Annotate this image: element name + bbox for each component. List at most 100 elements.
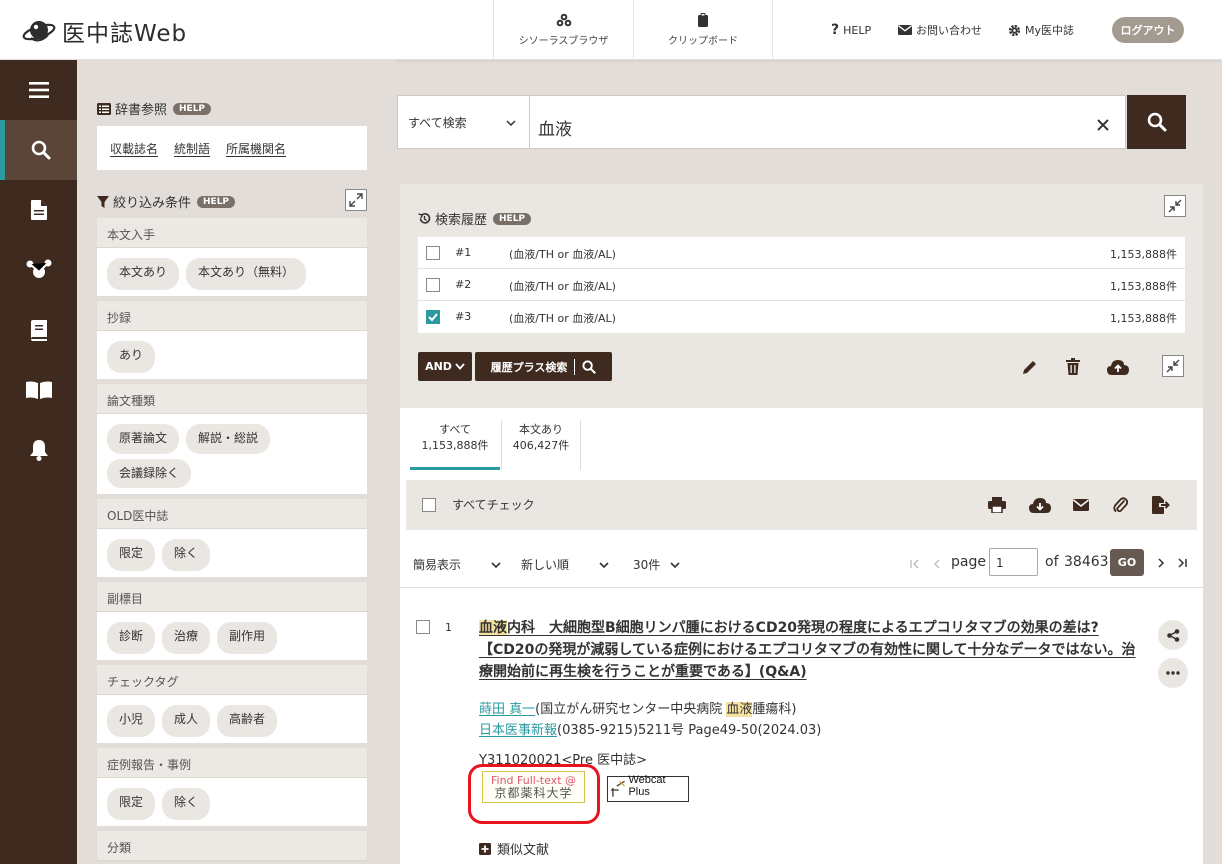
result-toolbar: すべてチェック [406, 480, 1197, 530]
webcat-label: Webcat Plus [628, 774, 666, 798]
history-header: 検索履歴 HELP [418, 209, 532, 228]
filter-chip[interactable]: あり [107, 341, 156, 373]
filter-chip[interactable]: 本文あり [107, 258, 180, 290]
dictionary-links: 収載誌名 統制語 所属機関名 [97, 126, 367, 170]
sidebar-item-book[interactable] [0, 300, 77, 360]
history-help-badge[interactable]: HELP [493, 212, 532, 225]
filter-chip[interactable]: 会議録除く [107, 458, 192, 488]
and-operator-select[interactable]: AND [418, 352, 472, 381]
result-checkbox[interactable] [416, 620, 430, 634]
chevron-down-icon [455, 363, 465, 370]
paperclip-icon[interactable] [1113, 496, 1128, 514]
history-collapse-button[interactable] [1164, 195, 1186, 217]
tab-fulltext[interactable]: 本文あり 406,427件 [501, 420, 581, 470]
clipboard-button[interactable]: クリップボード [633, 0, 773, 60]
mail-icon[interactable] [1073, 499, 1089, 511]
similar-articles-link[interactable]: 類似文献 [479, 839, 549, 858]
export-icon[interactable] [1152, 496, 1170, 514]
journal-link[interactable]: 日本医事新報 [479, 723, 557, 738]
logout-button[interactable]: ログアウト [1112, 17, 1184, 43]
history-shrink-button[interactable] [1162, 355, 1184, 377]
cloud-upload-icon[interactable] [1107, 359, 1129, 375]
page-input[interactable]: 1 [989, 548, 1038, 576]
search-input[interactable]: 血液 [530, 95, 1126, 149]
contact-link[interactable]: お問い合わせ [898, 22, 982, 38]
history-row-checkbox[interactable] [426, 278, 440, 292]
webcat-plus-button[interactable]: Webcat Plus [607, 774, 689, 802]
sidebar-item-network[interactable] [0, 240, 77, 300]
sidebar-item-notifications[interactable] [0, 420, 77, 480]
logo[interactable]: 医中誌Web [22, 14, 187, 48]
history-row-count: 1,153,888件 [1110, 312, 1177, 325]
per-page-select[interactable]: 30件 [633, 556, 680, 573]
print-icon[interactable] [988, 497, 1006, 513]
last-page-icon[interactable] [1177, 558, 1187, 568]
filter-chip[interactable]: 高齢者 [217, 705, 278, 737]
dict-link-controlled-term[interactable]: 統制語 [174, 140, 210, 157]
filter-chip[interactable]: 副作用 [217, 622, 278, 654]
more-button[interactable] [1158, 658, 1188, 688]
dict-link-institution[interactable]: 所属機関名 [226, 140, 286, 157]
filter-chip[interactable]: 治療 [162, 622, 211, 654]
history-row-checkbox[interactable] [426, 310, 440, 324]
tab-fulltext-count: 406,427件 [512, 439, 570, 452]
filter-chip[interactable]: 小児 [107, 705, 156, 737]
dictionary-title: 辞書参照 [115, 103, 168, 118]
sort-select[interactable]: 新しい順 [521, 556, 609, 573]
history-row-checkbox[interactable] [426, 246, 440, 260]
clear-icon[interactable] [1097, 119, 1109, 131]
help-link[interactable]: ? HELP [831, 22, 871, 38]
dictionary-help-badge[interactable]: HELP [173, 102, 212, 115]
webcat-logo-icon [611, 780, 625, 797]
filter-chip[interactable]: 限定 [107, 539, 156, 571]
filter-section-subheading: 副標目 診断 治療 副作用 [97, 582, 367, 660]
my-ichushi-link[interactable]: My医中誌 [1008, 22, 1074, 38]
filter-chip[interactable]: 診断 [107, 622, 156, 654]
prev-page-icon[interactable] [933, 559, 941, 569]
history-row[interactable]: #2 (血液/TH or 血液/AL) 1,153,888件 [418, 269, 1185, 301]
tab-all[interactable]: すべて 1,153,888件 [410, 420, 500, 470]
sort-value: 新しい順 [521, 558, 570, 572]
sidebar-item-document[interactable] [0, 180, 77, 240]
history-row-count: 1,153,888件 [1110, 248, 1177, 261]
sidebar [0, 60, 77, 864]
sidebar-item-search[interactable] [0, 120, 77, 180]
filter-chip[interactable]: 成人 [162, 705, 211, 737]
filter-chip[interactable]: 原著論文 [107, 424, 180, 454]
open-book-icon [25, 381, 52, 399]
filter-chip[interactable]: 除く [162, 539, 211, 571]
find-fulltext-button[interactable]: Find Full-text @ 京都薬科大学 [482, 771, 585, 803]
history-plus-search-button[interactable]: 履歴プラス検索 [475, 352, 612, 381]
check-all-checkbox[interactable] [422, 498, 436, 512]
go-button[interactable]: GO [1110, 549, 1144, 576]
filter-section-title: チェックタグ [97, 665, 367, 695]
display-mode-select[interactable]: 簡易表示 [413, 556, 501, 573]
first-page-icon[interactable] [910, 559, 920, 569]
filter-chip[interactable]: 限定 [107, 788, 156, 820]
filter-chip[interactable]: 解説・総説 [186, 424, 271, 454]
cloud-download-icon[interactable] [1029, 497, 1051, 513]
trash-icon[interactable] [1066, 358, 1080, 375]
history-row[interactable]: #3 (血液/TH or 血液/AL) 1,153,888件 [418, 301, 1185, 333]
search-icon [31, 140, 51, 160]
chevron-down-icon [491, 561, 501, 568]
page-label: page [951, 554, 986, 570]
author-link[interactable]: 蒔田 真一 [479, 702, 535, 717]
filter-section-title: 症例報告・事例 [97, 748, 367, 778]
search-button[interactable] [1127, 95, 1186, 149]
sidebar-item-menu[interactable] [0, 60, 77, 120]
result-title-link[interactable]: 血液内科 大細胞型B細胞リンパ腫におけるCD20発現の程度によるエプコリタマブの… [479, 617, 1139, 683]
sidebar-item-open-book[interactable] [0, 360, 77, 420]
history-row[interactable]: #1 (血液/TH or 血液/AL) 1,153,888件 [418, 237, 1185, 269]
filter-chip[interactable]: 除く [162, 788, 211, 820]
search-scope-select[interactable]: すべて検索 [397, 95, 530, 149]
thesaurus-browser-button[interactable]: シソーラスブラウザ [493, 0, 633, 60]
next-page-icon[interactable] [1157, 558, 1165, 568]
filter-chip[interactable]: 本文あり（無料） [186, 258, 307, 290]
history-row-query: (血液/TH or 血液/AL) [509, 248, 616, 261]
edit-icon[interactable] [1022, 359, 1038, 375]
share-button[interactable] [1158, 620, 1188, 650]
filter-help-badge[interactable]: HELP [197, 195, 236, 208]
dict-link-journal[interactable]: 収載誌名 [110, 140, 158, 157]
filter-expand-button[interactable] [345, 189, 367, 211]
